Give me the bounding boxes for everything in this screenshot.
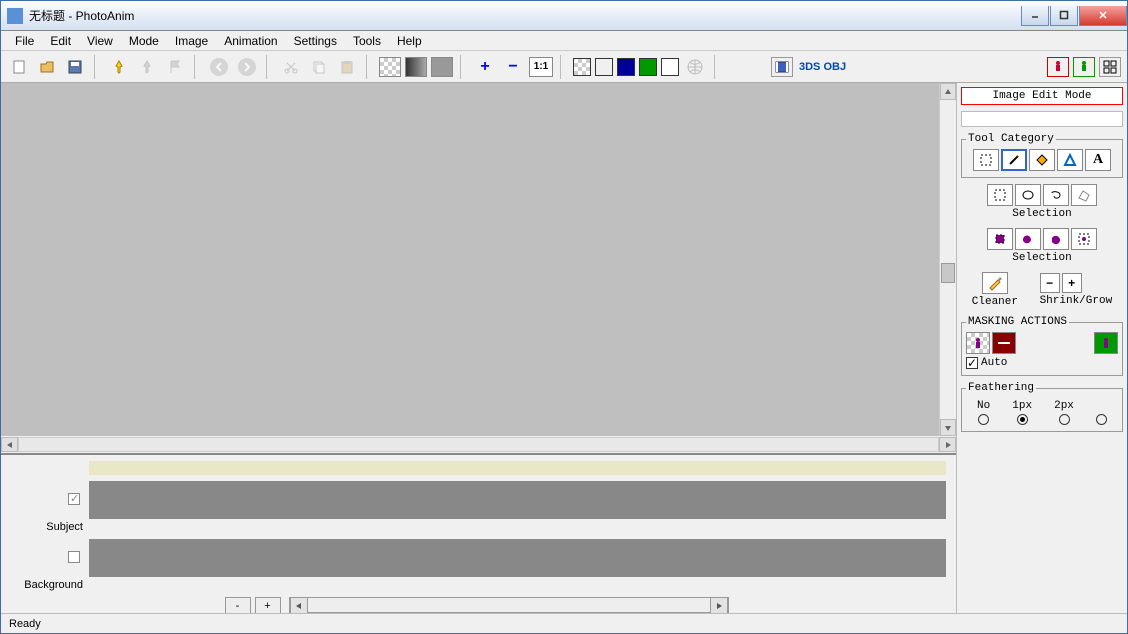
timeline-slider[interactable] xyxy=(289,597,729,613)
timeline-minus-button[interactable]: - xyxy=(225,597,251,613)
film-icon[interactable] xyxy=(771,57,793,77)
shrink-button[interactable]: − xyxy=(1040,273,1060,293)
close-button[interactable] xyxy=(1079,6,1127,26)
back-button[interactable] xyxy=(207,55,231,79)
free-blob-tool[interactable] xyxy=(1043,228,1069,250)
info-box xyxy=(961,111,1123,127)
menu-view[interactable]: View xyxy=(79,32,121,50)
auto-checkbox[interactable]: ✓ xyxy=(966,357,978,369)
subject-visible-checkbox[interactable]: ✓ xyxy=(68,493,80,505)
save-button[interactable] xyxy=(63,55,87,79)
swatch-blue[interactable] xyxy=(617,58,635,76)
selection-label-2: Selection xyxy=(961,252,1123,264)
paste-button[interactable] xyxy=(335,55,359,79)
zoom-ratio-button[interactable]: 1:1 xyxy=(529,57,553,77)
fill-tool[interactable] xyxy=(1029,149,1055,171)
statusbar: Ready xyxy=(1,613,1127,633)
canvas[interactable] xyxy=(1,83,939,436)
checker-a-button[interactable] xyxy=(379,57,401,77)
mask-checker-button[interactable] xyxy=(966,332,990,354)
cleaner-label: Cleaner xyxy=(972,296,1018,308)
3ds-obj-button[interactable]: 3DS OBJ xyxy=(799,61,846,73)
titlebar: 无标题 - PhotoAnim xyxy=(1,1,1127,31)
subject-label: Subject xyxy=(11,521,89,533)
menubar: File Edit View Mode Image Animation Sett… xyxy=(1,31,1127,51)
timeline-plus-button[interactable]: + xyxy=(255,597,281,613)
minimize-button[interactable] xyxy=(1021,6,1049,26)
fill-select-tool[interactable] xyxy=(987,228,1013,250)
background-label: Background xyxy=(11,579,89,591)
ellipse-select-tool[interactable] xyxy=(1015,184,1041,206)
mask-green-button[interactable] xyxy=(1094,332,1118,354)
masking-actions-group: MASKING ACTIONS ✓ Auto xyxy=(961,316,1123,376)
background-visible-checkbox[interactable] xyxy=(68,551,80,563)
window-title: 无标题 - PhotoAnim xyxy=(29,7,1020,24)
pin-gray-button[interactable] xyxy=(135,55,159,79)
status-text: Ready xyxy=(9,618,41,630)
timeline-ruler[interactable] xyxy=(89,461,946,475)
poly-select-tool[interactable] xyxy=(1071,184,1097,206)
image-edit-mode-button[interactable]: Image Edit Mode xyxy=(961,87,1123,105)
feather-2px-radio-b[interactable] xyxy=(1096,414,1107,425)
menu-settings[interactable]: Settings xyxy=(286,32,345,50)
grid-view-icon[interactable] xyxy=(1099,57,1121,77)
forward-button[interactable] xyxy=(235,55,259,79)
feather-no-radio[interactable] xyxy=(978,414,989,425)
app-icon xyxy=(7,8,23,24)
swatch-white[interactable] xyxy=(661,58,679,76)
swatch-transparent[interactable] xyxy=(573,58,591,76)
gradient-button[interactable] xyxy=(405,57,427,77)
zoom-in-button[interactable]: + xyxy=(473,55,497,79)
lasso-tool[interactable] xyxy=(1043,184,1069,206)
menu-image[interactable]: Image xyxy=(167,32,216,50)
side-panel: Image Edit Mode Tool Category A xyxy=(957,83,1127,613)
shrink-grow-label: Shrink/Grow xyxy=(1040,295,1113,307)
menu-mode[interactable]: Mode xyxy=(121,32,167,50)
menu-animation[interactable]: Animation xyxy=(216,32,285,50)
zoom-out-button[interactable]: − xyxy=(501,55,525,79)
magic-wand-tool[interactable] xyxy=(1001,149,1027,171)
horizontal-scrollbar[interactable] xyxy=(1,436,956,453)
new-button[interactable] xyxy=(7,55,31,79)
maximize-button[interactable] xyxy=(1050,6,1078,26)
vertical-scrollbar[interactable] xyxy=(939,83,956,436)
open-button[interactable] xyxy=(35,55,59,79)
grow-button[interactable]: + xyxy=(1062,273,1082,293)
shape-tool[interactable] xyxy=(1057,149,1083,171)
mask-solid-button[interactable] xyxy=(992,332,1016,354)
gray-swatch[interactable] xyxy=(431,57,453,77)
swatch-green[interactable] xyxy=(639,58,657,76)
flag-button[interactable] xyxy=(163,55,187,79)
feather-1px-radio[interactable] xyxy=(1017,414,1028,425)
menu-edit[interactable]: Edit xyxy=(42,32,79,50)
dashed-blob-tool[interactable] xyxy=(1071,228,1097,250)
feather-2px-radio-a[interactable] xyxy=(1059,414,1070,425)
auto-label: Auto xyxy=(981,357,1007,369)
timeline-panel: ✓ Subject Background - + xyxy=(1,453,956,613)
globe-button[interactable] xyxy=(683,55,707,79)
subject-track[interactable] xyxy=(89,481,946,519)
blob-select-tool[interactable] xyxy=(1015,228,1041,250)
menu-file[interactable]: File xyxy=(7,32,42,50)
toolbar: + − 1:1 3DS OBJ xyxy=(1,51,1127,83)
selection-label-1: Selection xyxy=(961,208,1123,220)
background-track[interactable] xyxy=(89,539,946,577)
pin-yellow-button[interactable] xyxy=(107,55,131,79)
tool-category-group: Tool Category A xyxy=(961,133,1123,178)
feathering-group: Feathering No 1px 2px xyxy=(961,382,1123,432)
select-tool[interactable] xyxy=(973,149,999,171)
figure-green-icon[interactable] xyxy=(1073,57,1095,77)
copy-button[interactable] xyxy=(307,55,331,79)
menu-tools[interactable]: Tools xyxy=(345,32,389,50)
swatch-black[interactable] xyxy=(595,58,613,76)
text-tool[interactable]: A xyxy=(1085,149,1111,171)
rect-select-tool[interactable] xyxy=(987,184,1013,206)
cut-button[interactable] xyxy=(279,55,303,79)
cleaner-tool[interactable] xyxy=(982,272,1008,294)
figure-red-icon[interactable] xyxy=(1047,57,1069,77)
menu-help[interactable]: Help xyxy=(389,32,430,50)
